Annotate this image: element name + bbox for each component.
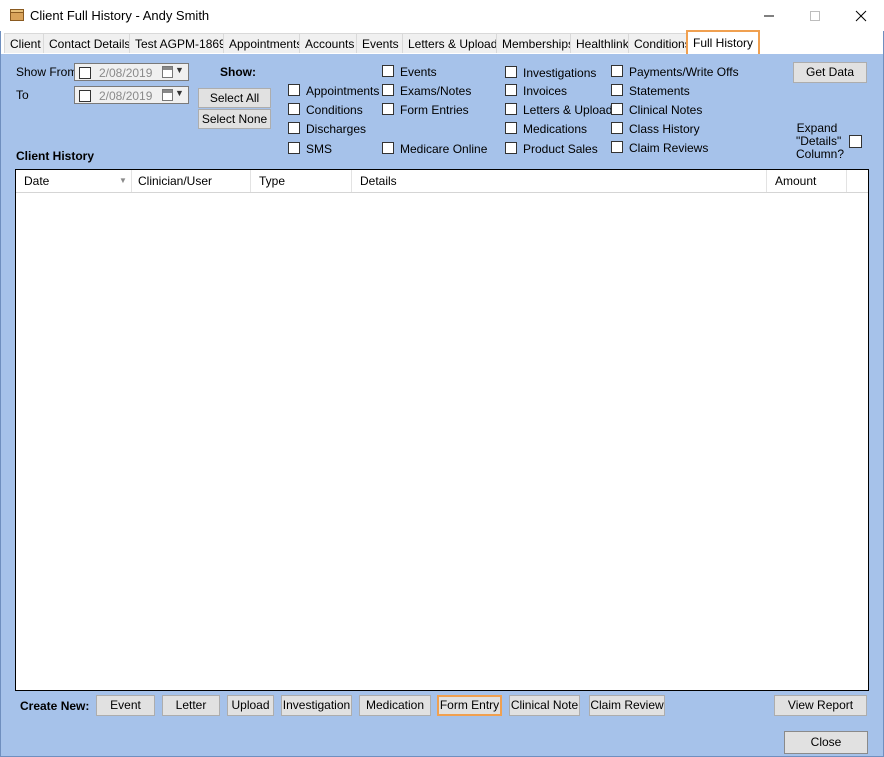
clinical-notes-checkbox[interactable] <box>611 103 623 115</box>
show-from-enable-checkbox[interactable] <box>79 67 91 79</box>
medications-checkbox[interactable] <box>505 122 517 134</box>
to-enable-checkbox[interactable] <box>79 90 91 102</box>
sms-checkbox-label: SMS <box>306 142 333 156</box>
invoices-checkbox-label: Invoices <box>523 84 568 98</box>
tab-events[interactable]: Events <box>356 33 405 53</box>
medicare-online-checkbox-label: Medicare Online <box>400 142 488 156</box>
letters-uploads-checkbox[interactable] <box>505 103 517 115</box>
client-history-title: Client History <box>16 149 95 163</box>
box-icon <box>10 9 24 21</box>
show-from-label: Show From <box>16 65 78 79</box>
close-icon <box>855 10 867 21</box>
to-date-value: 2/08/2019 <box>99 89 153 103</box>
show-from-date-value: 2/08/2019 <box>99 66 153 80</box>
new-medication-button[interactable]: Medication <box>359 695 431 716</box>
chevron-down-icon[interactable]: ▼ <box>175 88 184 98</box>
statements-checkbox-label: Statements <box>629 84 690 98</box>
discharges-checkbox-label: Discharges <box>306 122 367 136</box>
conditions-checkbox-label: Conditions <box>306 103 363 117</box>
sms-checkbox[interactable] <box>288 142 300 154</box>
client-history-grid[interactable] <box>15 169 869 691</box>
product-sales-checkbox[interactable] <box>505 142 517 154</box>
statements-checkbox[interactable] <box>611 84 623 96</box>
new-investigation-button[interactable]: Investigation <box>281 695 352 716</box>
view-report-button[interactable]: View Report <box>774 695 867 716</box>
column-header-date[interactable]: Date ▼ <box>16 170 132 192</box>
tab-full-history[interactable]: Full History <box>686 30 761 54</box>
new-form-entry-button[interactable]: Form Entry <box>437 695 502 716</box>
conditions-checkbox[interactable] <box>288 103 300 115</box>
payments-write-offs-checkbox-label: Payments/Write Offs <box>629 65 739 79</box>
new-clinical-note-button[interactable]: Clinical Note <box>509 695 580 716</box>
sort-down-icon: ▼ <box>119 176 127 185</box>
class-history-checkbox-label: Class History <box>629 122 700 136</box>
minimize-button[interactable] <box>746 0 792 31</box>
appointments-checkbox[interactable] <box>288 84 300 96</box>
expand-label-line-3: Column? <box>796 147 845 161</box>
tab-accounts[interactable]: Accounts <box>299 33 361 53</box>
tab-letters-uploads[interactable]: Letters & Uploads <box>402 33 510 53</box>
expand-details-label: Expand "Details" Column? <box>796 122 845 161</box>
payments-write-offs-checkbox[interactable] <box>611 65 623 77</box>
tab-contact-details[interactable]: Contact Details <box>43 33 137 53</box>
close-window-button[interactable] <box>838 0 884 31</box>
to-label: To <box>16 88 29 102</box>
form-entries-checkbox[interactable] <box>382 103 394 115</box>
new-claim-review-button[interactable]: Claim Review <box>589 695 665 716</box>
letters-uploads-checkbox-label: Letters & Uploads <box>523 103 619 117</box>
new-event-button[interactable]: Event <box>96 695 155 716</box>
medications-checkbox-label: Medications <box>523 122 588 136</box>
calendar-icon <box>162 89 173 101</box>
claim-reviews-checkbox-label: Claim Reviews <box>629 141 709 155</box>
events-checkbox-label: Events <box>400 65 437 79</box>
product-sales-checkbox-label: Product Sales <box>523 142 598 156</box>
form-entries-checkbox-label: Form Entries <box>400 103 469 117</box>
discharges-checkbox[interactable] <box>288 122 300 134</box>
window-title: Client Full History - Andy Smith <box>30 8 210 23</box>
get-data-button[interactable]: Get Data <box>793 62 867 83</box>
close-button[interactable]: Close <box>784 731 868 754</box>
investigations-checkbox-label: Investigations <box>523 66 597 80</box>
tab-memberships[interactable]: Memberships <box>496 33 581 53</box>
maximize-icon <box>810 10 820 21</box>
events-checkbox[interactable] <box>382 65 394 77</box>
column-header-details[interactable]: Details <box>352 170 767 192</box>
new-letter-button[interactable]: Letter <box>162 695 220 716</box>
appointments-checkbox-label: Appointments <box>306 84 380 98</box>
clinical-notes-checkbox-label: Clinical Notes <box>629 103 703 117</box>
new-upload-button[interactable]: Upload <box>227 695 274 716</box>
column-header-amount[interactable]: Amount <box>767 170 847 192</box>
claim-reviews-checkbox[interactable] <box>611 141 623 153</box>
medicare-online-checkbox[interactable] <box>382 142 394 154</box>
select-all-button[interactable]: Select All <box>198 88 271 108</box>
tab-client[interactable]: Client <box>4 33 47 53</box>
column-header-type[interactable]: Type <box>251 170 352 192</box>
show-from-date-picker[interactable]: 2/08/2019 ▼ <box>74 63 189 81</box>
create-new-label: Create New: <box>20 699 90 713</box>
calendar-icon <box>162 66 173 78</box>
column-date-label: Date <box>24 174 50 188</box>
expand-details-checkbox[interactable] <box>849 135 862 148</box>
exams-notes-checkbox[interactable] <box>382 84 394 96</box>
class-history-checkbox[interactable] <box>611 122 623 134</box>
to-date-picker[interactable]: 2/08/2019 ▼ <box>74 86 189 104</box>
invoices-checkbox[interactable] <box>505 84 517 96</box>
chevron-down-icon[interactable]: ▼ <box>175 65 184 75</box>
column-header-clinician[interactable]: Clinician/User <box>130 170 251 192</box>
select-none-button[interactable]: Select None <box>198 109 271 129</box>
tab-appointments[interactable]: Appointments <box>223 33 309 53</box>
investigations-checkbox[interactable] <box>505 66 517 78</box>
maximize-button[interactable] <box>792 0 838 31</box>
minimize-icon <box>764 15 774 16</box>
tab-test-agpm[interactable]: Test AGPM-1869 <box>129 33 232 53</box>
exams-notes-checkbox-label: Exams/Notes <box>400 84 472 98</box>
tab-healthlink[interactable]: Healthlink <box>570 33 635 53</box>
show-label: Show: <box>220 65 256 79</box>
